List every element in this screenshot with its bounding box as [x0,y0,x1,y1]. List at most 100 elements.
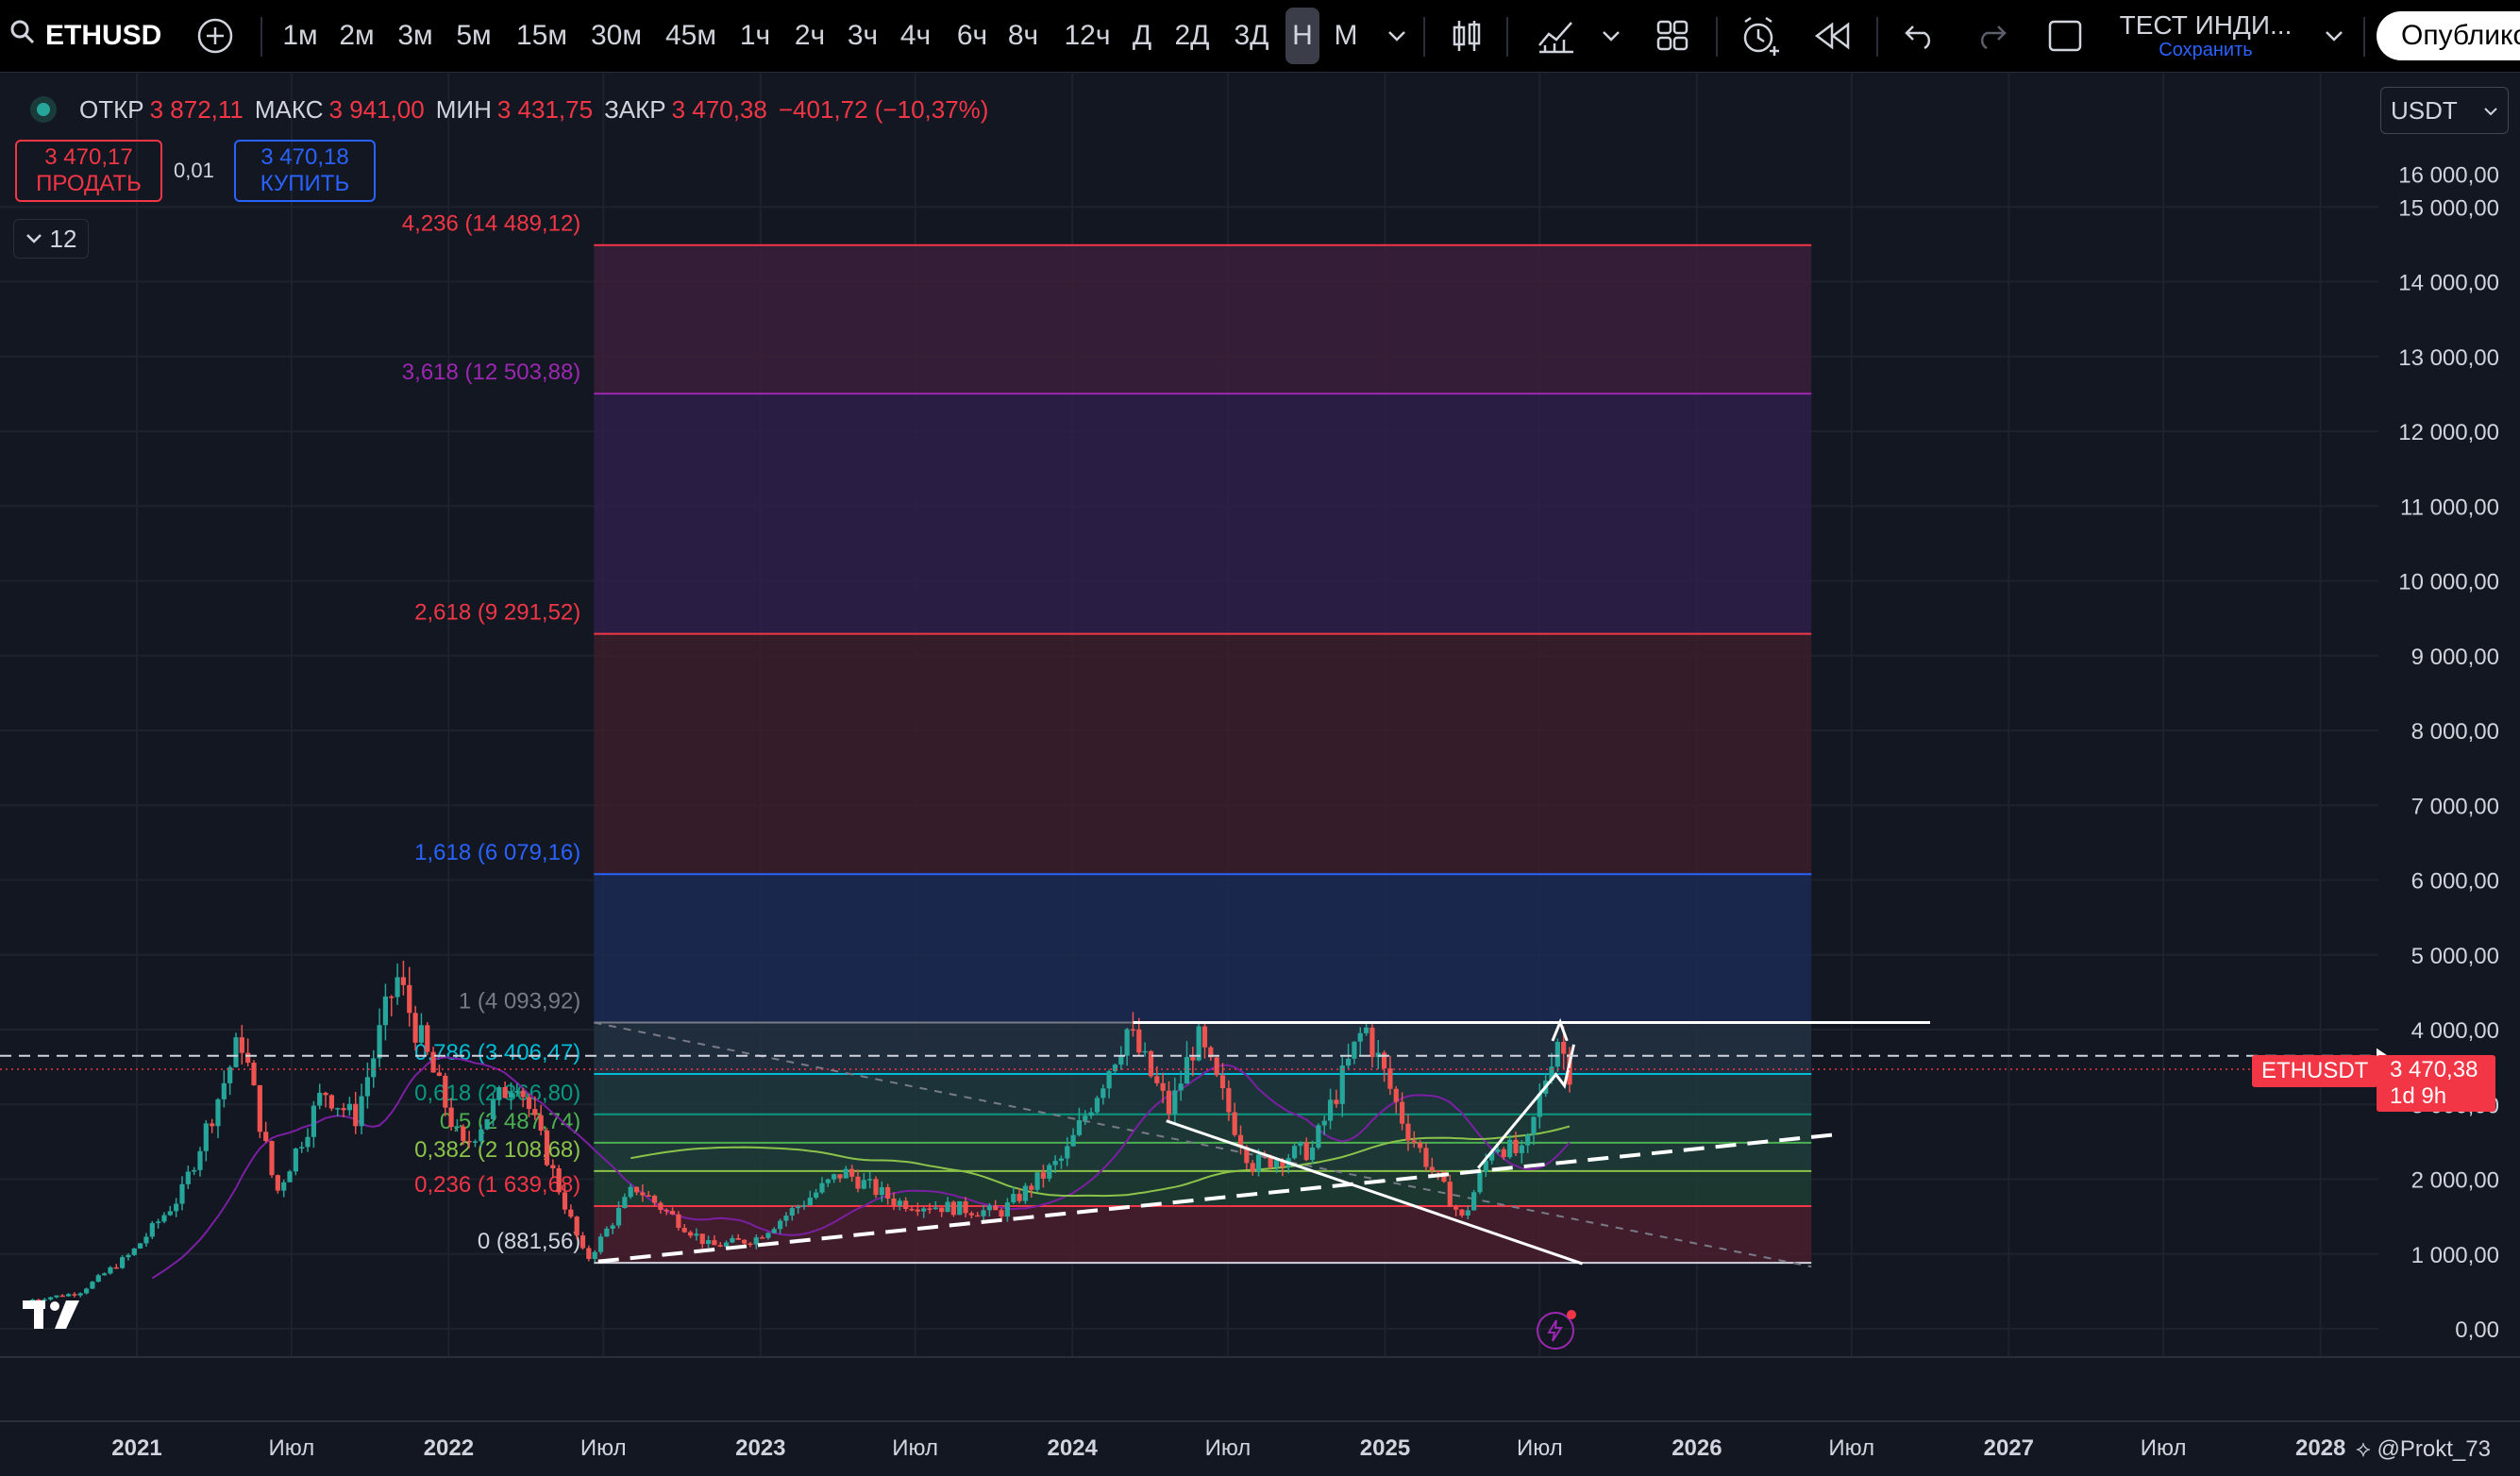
chevron-down-icon [25,234,42,243]
candle-body [353,1103,359,1127]
interval-15[interactable]: 2Д [1170,0,1214,72]
candle-body [185,1171,191,1184]
interval-2[interactable]: 3м [393,0,438,72]
chart-type-button[interactable] [1444,0,1489,72]
candle-body [1334,1099,1339,1104]
candle-body [443,1075,448,1108]
candle-body [1178,1083,1184,1091]
interval-6[interactable]: 45м [661,0,721,72]
interval-dropdown[interactable] [1380,0,1414,72]
replay-button[interactable] [1810,0,1856,72]
save-label: Сохранить [2159,40,2253,60]
candle-body [950,1201,956,1216]
candle-body [1453,1206,1459,1210]
candle-body [113,1266,119,1269]
candle-body [161,1215,167,1222]
candle-body [580,1235,586,1249]
candle-body [1136,1029,1142,1053]
interval-3[interactable]: 5м [450,0,497,72]
candle-body [1022,1185,1029,1201]
interval-1[interactable]: 2м [334,0,379,72]
candle-body [472,1141,479,1143]
interval-9[interactable]: 3ч [840,0,885,72]
interval-12[interactable]: 8ч [1000,0,1046,72]
time-tick-label: Июл [1828,1435,1874,1461]
fib-level-label: 0,786 (3 406,47) [414,1040,580,1065]
interval-16[interactable]: 3Д [1230,0,1273,72]
interval-7[interactable]: 1ч [732,0,778,72]
indicators-collapse-button[interactable]: 12 [13,219,89,259]
interval-5[interactable]: 30м [586,0,647,72]
candle-body [1226,1088,1232,1113]
chevron-down-icon [1388,31,1405,42]
low-label: МИН [435,94,492,124]
candle-body [167,1211,173,1216]
candle-body [1011,1194,1016,1203]
add-symbol-button[interactable] [194,0,236,72]
interval-17[interactable]: Н [1285,8,1319,64]
buy-button[interactable]: 3 470,18 КУПИТЬ [234,140,376,202]
alert-button[interactable] [1737,0,1786,72]
candle-body [814,1192,819,1198]
interval-4[interactable]: 15м [512,0,572,72]
price-tick-label: 10 000,00 [2398,570,2499,595]
time-tick-label: 2027 [1984,1435,2034,1461]
currency-select[interactable]: USDT [2380,87,2509,134]
candle-body [669,1211,676,1215]
candle-body [1531,1116,1537,1135]
candle-body [143,1236,149,1244]
candle-body [556,1167,562,1193]
candle-body [538,1115,544,1131]
interval-13[interactable]: 12ч [1061,0,1114,72]
fib-level-label: 1 (4 093,92) [459,989,580,1015]
interval-10[interactable]: 4ч [893,0,938,72]
indicators-dropdown[interactable] [1597,0,1625,72]
fib-extension-tool[interactable]: 0 (881,56) 0,236 (1 639,68) 0,382 (2 108,6… [402,211,1812,1268]
time-tick-label: Июл [580,1435,627,1461]
candle-body [981,1210,986,1216]
interval-8[interactable]: 2ч [787,0,832,72]
grid-layout-icon [1656,20,1688,51]
redo-button[interactable] [1969,0,2014,72]
candle-body [778,1220,783,1230]
interval-18[interactable]: М [1327,0,1365,72]
sell-price: 3 470,17 [44,144,133,170]
publish-button[interactable]: Опублико [2377,11,2520,60]
price-chart[interactable]: 0 (881,56) 0,236 (1 639,68) 0,382 (2 108,6… [0,72,2520,1476]
candle-body [867,1179,873,1181]
candle-body [783,1216,789,1221]
symbol-search[interactable]: ETHUSD [9,0,170,72]
interval-11[interactable]: 6ч [949,0,995,72]
layout-dropdown[interactable] [2320,0,2348,72]
candle-body [203,1123,209,1151]
candle-body [832,1174,837,1180]
candle-body [425,1025,430,1052]
redo-icon [1980,25,2007,49]
visibility-dot-icon[interactable] [30,96,57,123]
candle-body [939,1207,945,1213]
sell-button[interactable]: 3 470,17 ПРОДАТЬ [15,140,162,202]
interval-14[interactable]: Д [1125,0,1159,72]
candle-body [1423,1148,1429,1167]
interval-0[interactable]: 1м [277,0,323,72]
toolbar-divider [1506,17,1508,57]
candle-body [335,1108,341,1110]
candle-body [1387,1068,1393,1089]
lightning-icon[interactable] [1537,1310,1576,1350]
candle-body [108,1266,113,1274]
time-scale[interactable]: 2021 Июл 2022 Июл 2023 Июл 2024 Июл 2025 Июл 2026 И… [0,1356,2520,1461]
candle-body [263,1132,269,1142]
indicators-button[interactable] [1533,0,1580,72]
candle-body [855,1176,861,1189]
candle-body [245,1052,251,1064]
undo-button[interactable] [1897,0,1942,72]
candle-body [83,1288,90,1294]
layout-button[interactable] [1652,0,1693,72]
candle-body [801,1205,807,1207]
candle-body [281,1182,287,1191]
price-scale[interactable]: 0,001 000,002 000,003 000,004 000,005 00… [2398,163,2499,1343]
candle-body [1190,1057,1196,1061]
candle-body [138,1243,143,1249]
layout-name-button[interactable]: ТЕСТ ИНДИ... Сохранить [2107,0,2305,72]
fullscreen-button[interactable] [2044,0,2086,72]
